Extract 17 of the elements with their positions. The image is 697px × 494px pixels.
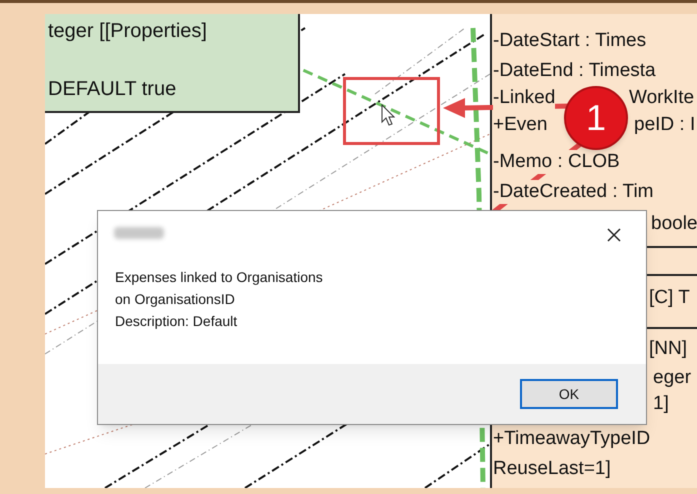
node-text: teger [[Properties]	[48, 19, 207, 44]
message-text: Description: Default	[115, 312, 238, 331]
blurred-title	[114, 227, 164, 239]
message-text: on OrganisationsID	[115, 290, 235, 309]
node-text: -DateCreated : Tim	[493, 180, 654, 204]
node-text: DEFAULT true	[48, 77, 176, 102]
node-text: [NN]	[649, 337, 687, 361]
node-text: -Linked	[493, 86, 556, 110]
node-text: ReuseLast=1]	[493, 457, 611, 481]
node-text: [C] T	[649, 286, 690, 310]
node-text: 1]	[653, 392, 669, 416]
node-text: -Memo : CLOB	[493, 150, 620, 174]
ok-button[interactable]: OK	[520, 379, 618, 409]
close-icon[interactable]	[606, 227, 622, 243]
node-text: +TimeawayTypeID	[493, 427, 650, 451]
message-text: Expenses linked to Organisations	[115, 268, 323, 287]
cursor-icon	[381, 104, 395, 126]
